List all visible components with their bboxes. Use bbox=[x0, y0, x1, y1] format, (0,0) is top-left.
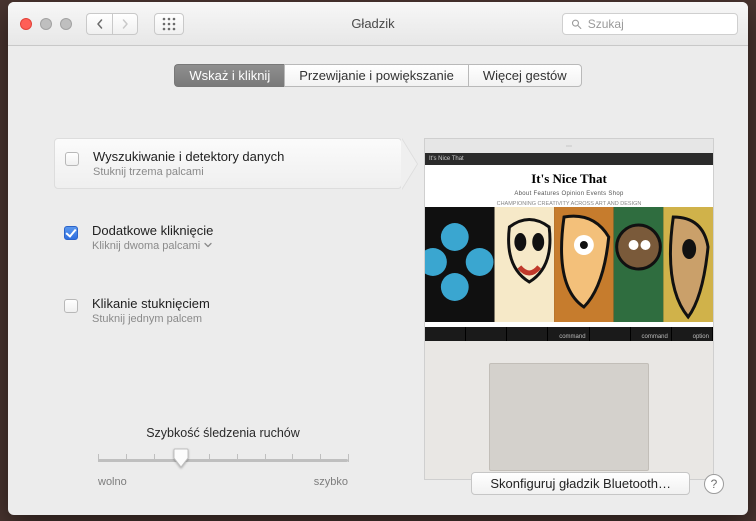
window-controls bbox=[20, 18, 72, 30]
preview-laptop-body bbox=[425, 341, 713, 480]
titlebar: Gładzik bbox=[8, 2, 748, 46]
chevron-down-icon bbox=[204, 240, 212, 252]
option-secondary-click[interactable]: Dodatkowe kliknięcie Kliknij dwoma palca… bbox=[54, 213, 402, 262]
minimize-window-button[interactable] bbox=[40, 18, 52, 30]
grid-icon bbox=[162, 17, 176, 31]
tab-group: Wskaż i kliknij Przewijanie i powiększan… bbox=[174, 64, 581, 87]
forward-button[interactable] bbox=[112, 13, 138, 35]
preferences-window: Gładzik Wskaż i kliknij Przewijanie i po… bbox=[8, 2, 748, 515]
show-all-prefs-button[interactable] bbox=[154, 13, 184, 35]
preview-keyboard-row: command command option bbox=[425, 327, 713, 341]
search-icon bbox=[571, 18, 582, 30]
options-list: Wyszukiwanie i detektory danych Stuknij … bbox=[54, 138, 402, 335]
zoom-window-button[interactable] bbox=[60, 18, 72, 30]
preview-browser-tabbar: It's Nice That bbox=[425, 153, 713, 165]
fast-label: szybko bbox=[314, 476, 348, 488]
tracking-speed-label: Szybkość śledzenia ruchów bbox=[98, 426, 348, 440]
tracking-speed-slider[interactable] bbox=[98, 448, 348, 472]
tracking-speed: Szybkość śledzenia ruchów wolno szybko bbox=[98, 426, 348, 488]
help-button[interactable]: ? bbox=[704, 474, 724, 494]
bluetooth-trackpad-button[interactable]: Skonfiguruj gładzik Bluetooth… bbox=[471, 472, 690, 495]
close-window-button[interactable] bbox=[20, 18, 32, 30]
option-subtitle[interactable]: Kliknij dwoma palcami bbox=[92, 240, 213, 252]
nav-buttons bbox=[86, 13, 138, 35]
option-subtitle: Stuknij trzema palcami bbox=[93, 166, 284, 178]
option-title: Dodatkowe kliknięcie bbox=[92, 223, 213, 238]
chevron-right-icon bbox=[120, 19, 130, 29]
option-tap-to-click-checkbox[interactable] bbox=[64, 299, 78, 313]
tab-more-gestures[interactable]: Więcej gestów bbox=[468, 64, 582, 87]
preview-browser-chrome: ⋯ bbox=[425, 139, 713, 153]
back-button[interactable] bbox=[86, 13, 112, 35]
tab-scroll-zoom[interactable]: Przewijanie i powiększanie bbox=[284, 64, 468, 87]
option-lookup-checkbox[interactable] bbox=[65, 152, 79, 166]
preview-touchpad bbox=[489, 363, 649, 471]
slow-label: wolno bbox=[98, 476, 127, 488]
option-title: Klikanie stuknięciem bbox=[92, 296, 210, 311]
slider-knob[interactable] bbox=[173, 448, 189, 468]
preview-site-nav: About Features Opinion Events Shop bbox=[425, 191, 713, 197]
preview-artwork bbox=[425, 207, 713, 322]
option-title: Wyszukiwanie i detektory danych bbox=[93, 149, 284, 164]
search-field[interactable] bbox=[562, 13, 738, 35]
search-input[interactable] bbox=[588, 17, 729, 31]
gesture-preview: ⋯ It's Nice That It's Nice That About Fe… bbox=[424, 138, 714, 480]
option-tap-to-click[interactable]: Klikanie stuknięciem Stuknij jednym palc… bbox=[54, 286, 402, 335]
option-secondary-click-checkbox[interactable] bbox=[64, 226, 78, 240]
option-lookup[interactable]: Wyszukiwanie i detektory danych Stuknij … bbox=[54, 138, 402, 189]
tab-point-and-click[interactable]: Wskaż i kliknij bbox=[174, 64, 284, 87]
option-subtitle: Stuknij jednym palcem bbox=[92, 313, 210, 325]
chevron-left-icon bbox=[95, 19, 105, 29]
preview-site-logo: It's Nice That bbox=[425, 171, 713, 187]
footer: Skonfiguruj gładzik Bluetooth… ? bbox=[471, 472, 724, 495]
content: Wskaż i kliknij Przewijanie i powiększan… bbox=[8, 46, 748, 515]
window-title: Gładzik bbox=[192, 16, 554, 31]
